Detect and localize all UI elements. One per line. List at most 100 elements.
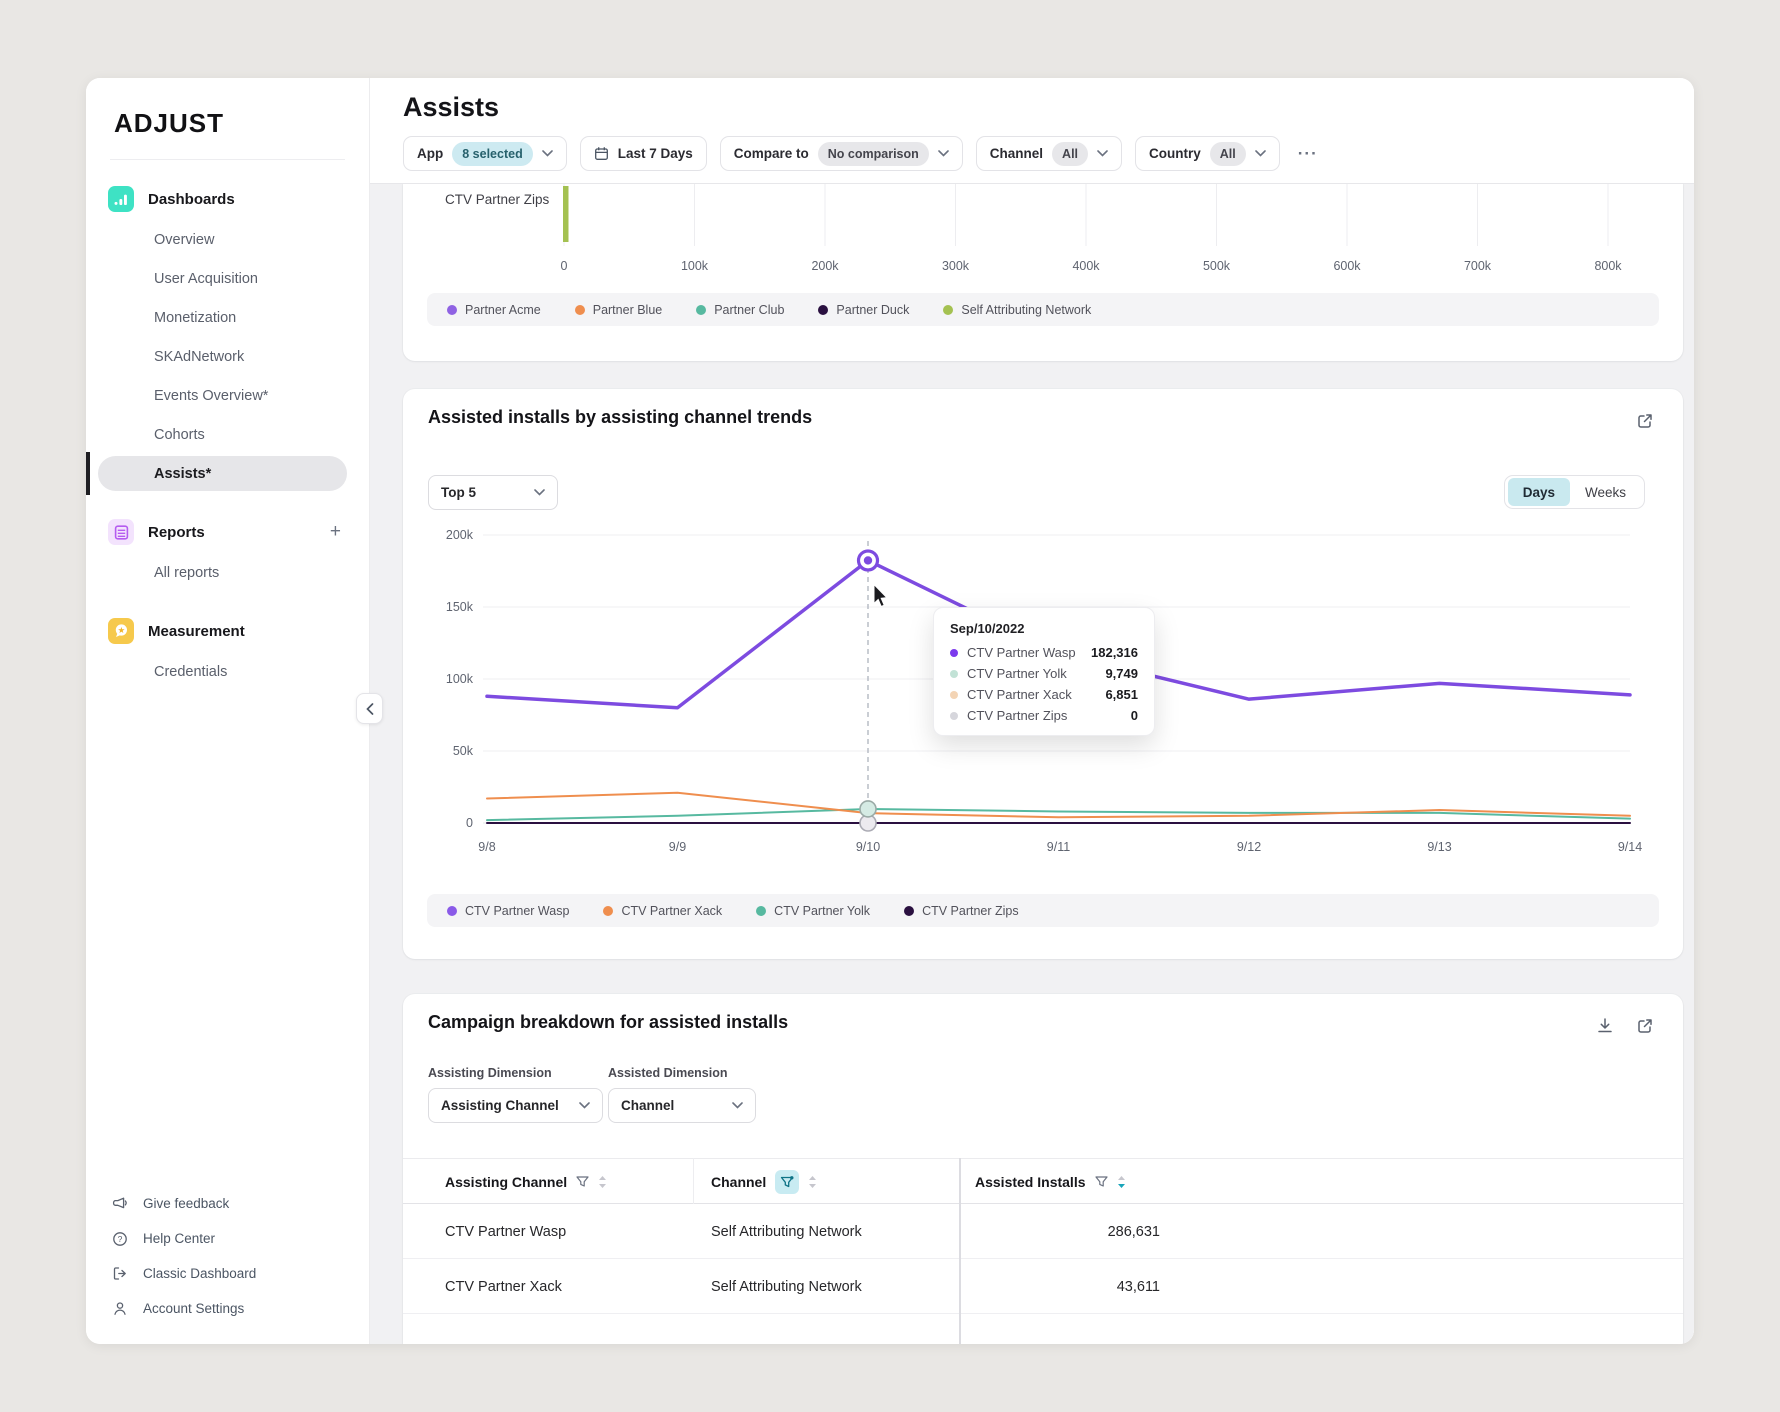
table-row[interactable]: CTV Partner Xack Self Attributing Networ… <box>403 1259 1683 1314</box>
sidebar-item-events-overview[interactable]: Events Overview* <box>86 376 369 415</box>
svg-text:300k: 300k <box>942 259 970 273</box>
tooltip-row: CTV Partner Yolk9,749 <box>950 666 1138 681</box>
svg-text:0: 0 <box>466 816 473 830</box>
account-settings-link[interactable]: Account Settings <box>86 1291 369 1326</box>
adjust-logo: ADJUST <box>86 78 369 159</box>
cell-channel: Self Attributing Network <box>711 1204 862 1259</box>
toggle-weeks[interactable]: Weeks <box>1570 478 1641 506</box>
more-filters-button[interactable]: ··· <box>1293 144 1323 164</box>
filter-bar: App 8 selected Last 7 Days Compare to No… <box>403 136 1323 171</box>
svg-text:9/13: 9/13 <box>1427 840 1451 854</box>
sidebar-section-measurement[interactable]: ★ Measurement <box>86 610 369 652</box>
column-header-assisting-channel[interactable]: Assisting Channel <box>445 1159 607 1205</box>
exit-icon <box>112 1266 128 1281</box>
expand-table-button[interactable] <box>1635 1016 1657 1038</box>
campaign-breakdown-card: Campaign breakdown for assisted installs… <box>403 994 1683 1344</box>
legend-item: CTV Partner Wasp <box>447 904 569 918</box>
legend-item: CTV Partner Xack <box>603 904 722 918</box>
reports-icon <box>108 519 134 545</box>
chevron-down-icon <box>579 1102 590 1109</box>
expand-icon <box>1635 1016 1655 1036</box>
section-label: Reports <box>148 524 310 541</box>
download-button[interactable] <box>1595 1016 1617 1038</box>
assisting-dimension-select[interactable]: Assisting Channel <box>428 1088 603 1123</box>
add-report-button[interactable]: + <box>324 521 347 543</box>
legend-item: Self Attributing Network <box>943 303 1091 317</box>
sidebar-collapse-button[interactable] <box>356 693 383 724</box>
sidebar-item-assists[interactable]: Assists* <box>86 454 369 493</box>
bar-chart-legend: Partner Acme Partner Blue Partner Club P… <box>427 293 1659 326</box>
assisted-installs-trends-card: Assisted installs by assisting channel t… <box>403 389 1683 959</box>
help-center-link[interactable]: ? Help Center <box>86 1221 369 1256</box>
legend-dot <box>756 906 766 916</box>
sort-desc-icon[interactable] <box>1117 1175 1126 1189</box>
cell-assisting-channel: CTV Partner Wasp <box>445 1204 566 1259</box>
legend-item: CTV Partner Zips <box>904 904 1019 918</box>
breakdown-table: Assisting Channel Channel As <box>403 1158 1683 1344</box>
classic-dashboard-link[interactable]: Classic Dashboard <box>86 1256 369 1291</box>
chevron-down-icon <box>732 1102 743 1109</box>
chevron-down-icon <box>938 150 949 157</box>
sidebar-footer: Give feedback ? Help Center Classic Dash… <box>86 1186 369 1326</box>
sort-icon[interactable] <box>808 1175 817 1189</box>
chevron-down-icon <box>542 150 553 157</box>
svg-text:50k: 50k <box>453 744 474 758</box>
tooltip-row: CTV Partner Xack6,851 <box>950 687 1138 702</box>
compare-to-filter[interactable]: Compare to No comparison <box>720 136 963 171</box>
assisted-dimension-select[interactable]: Channel <box>608 1088 756 1123</box>
sidebar-item-user-acquisition[interactable]: User Acquisition <box>86 259 369 298</box>
channel-filter[interactable]: Channel All <box>976 136 1122 171</box>
trends-legend: CTV Partner Wasp CTV Partner Xack CTV Pa… <box>427 894 1659 927</box>
sidebar-section-reports[interactable]: Reports + <box>86 511 369 553</box>
svg-text:?: ? <box>118 1234 123 1244</box>
cell-channel: Self Attributing Network <box>711 1259 862 1314</box>
assisted-dimension-label: Assisted Dimension <box>608 1066 727 1080</box>
date-range-filter[interactable]: Last 7 Days <box>580 136 707 171</box>
column-header-assisted-installs[interactable]: Assisted Installs <box>975 1159 1126 1205</box>
svg-text:150k: 150k <box>446 600 474 614</box>
sidebar-item-cohorts[interactable]: Cohorts <box>86 415 369 454</box>
legend-item: Partner Acme <box>447 303 541 317</box>
divider <box>110 159 345 160</box>
top-n-select[interactable]: Top 5 <box>428 475 558 510</box>
sidebar-item-credentials[interactable]: Credentials <box>86 652 369 691</box>
filter-icon[interactable] <box>576 1176 589 1188</box>
person-icon <box>112 1301 128 1316</box>
legend-item: CTV Partner Yolk <box>756 904 870 918</box>
app-filter[interactable]: App 8 selected <box>403 136 567 171</box>
country-filter[interactable]: Country All <box>1135 136 1280 171</box>
series-dot <box>950 691 958 699</box>
series-dot <box>950 670 958 678</box>
svg-text:100k: 100k <box>446 672 474 686</box>
toggle-days[interactable]: Days <box>1508 478 1570 506</box>
legend-item: Partner Club <box>696 303 784 317</box>
expand-chart-button[interactable] <box>1635 411 1657 433</box>
cell-assisting-channel: CTV Partner Xack <box>445 1259 562 1314</box>
table-row[interactable]: CTV Partner Wasp Self Attributing Networ… <box>403 1204 1683 1259</box>
cell-assisted-installs: 286,631 <box>975 1204 1160 1259</box>
measurement-icon: ★ <box>108 618 134 644</box>
svg-text:9/9: 9/9 <box>669 840 686 854</box>
sidebar-item-overview[interactable]: Overview <box>86 220 369 259</box>
series-dot <box>950 712 958 720</box>
svg-text:600k: 600k <box>1333 259 1361 273</box>
column-header-channel[interactable]: Channel <box>711 1159 817 1205</box>
give-feedback-link[interactable]: Give feedback <box>86 1186 369 1221</box>
sidebar-item-all-reports[interactable]: All reports <box>86 553 369 592</box>
expand-icon <box>1635 411 1655 431</box>
sort-icon[interactable] <box>598 1175 607 1189</box>
series-dot <box>950 649 958 657</box>
dashboard-content: CTV Partner Zips 0100k200k300k400k500k60… <box>370 183 1694 1344</box>
megaphone-icon <box>112 1196 128 1211</box>
table-header-row: Assisting Channel Channel As <box>403 1158 1683 1204</box>
sidebar-item-skadnetwork[interactable]: SKAdNetwork <box>86 337 369 376</box>
filter-icon[interactable] <box>1095 1176 1108 1188</box>
active-filter-icon[interactable] <box>775 1170 799 1194</box>
sidebar-item-monetization[interactable]: Monetization <box>86 298 369 337</box>
card-title: Assisted installs by assisting channel t… <box>428 407 812 428</box>
svg-text:700k: 700k <box>1464 259 1492 273</box>
sidebar-section-dashboards[interactable]: Dashboards <box>86 178 369 220</box>
column-divider <box>693 1158 694 1204</box>
granularity-toggle: Days Weeks <box>1504 475 1645 509</box>
bar-chart: 0100k200k300k400k500k600k700k800k <box>543 184 1633 279</box>
